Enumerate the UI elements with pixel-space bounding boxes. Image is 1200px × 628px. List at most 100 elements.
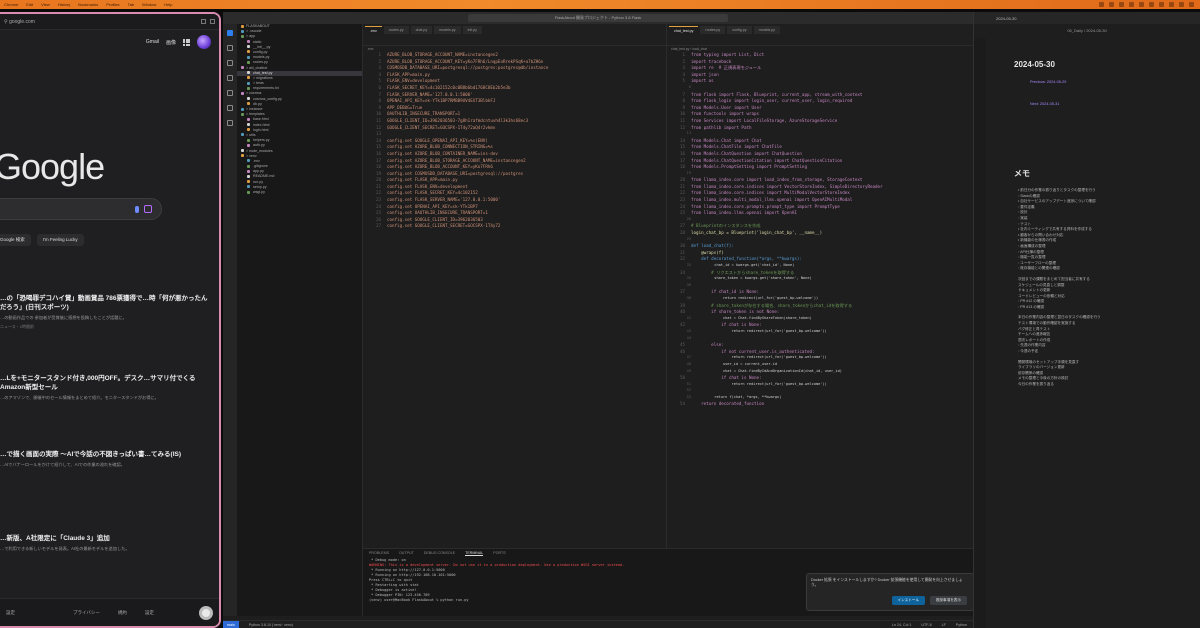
panel-tab[interactable]: PORTS	[493, 551, 505, 556]
code-line: 23 config.set FLASK_SERVER_NAME='127.0.0.…	[365, 197, 666, 204]
testing-icon[interactable]	[227, 120, 233, 126]
google-search-button[interactable]: Google 検索	[0, 234, 31, 246]
images-link[interactable]: 画像	[166, 39, 176, 46]
status-icon[interactable]	[1189, 2, 1194, 7]
status-item[interactable]: Python 3.8.10 ('venv': venv)	[249, 623, 293, 627]
news-headline[interactable]: …新版、A社限定に「Claude 3」追加	[0, 534, 212, 543]
title-bar: FlaskAbout 開発プロジェクト - Python 3.8 Flask	[223, 12, 973, 24]
news-item[interactable]: …新版、A社限定に「Claude 3」追加 …で利用できる新しいモデルを発表。A…	[0, 534, 212, 552]
status-icon[interactable]	[1159, 2, 1164, 7]
tree-item[interactable]: wsgi.py	[237, 190, 362, 195]
panel-tab[interactable]: TERMINAL	[465, 551, 484, 556]
code-line: 18 config.set AZURE_BLOB_ACCOUNT_KEY=yKo7…	[365, 164, 666, 171]
footer-link[interactable]: プライバシー	[73, 610, 100, 616]
menubar-item[interactable]: Help	[164, 2, 172, 7]
footer-link[interactable]: 規約	[118, 610, 127, 616]
code-line: 13	[365, 131, 666, 138]
gmail-link[interactable]: Gmail	[146, 39, 159, 45]
panel-tab[interactable]: PROBLEMS	[369, 551, 389, 556]
status-icon[interactable]	[1149, 2, 1154, 7]
window-icon[interactable]	[210, 19, 215, 24]
show-recommendations-button[interactable]: 推奨事項を表示	[929, 596, 967, 605]
status-icon[interactable]	[1139, 2, 1144, 7]
line-number: 8	[378, 98, 381, 104]
status-icon[interactable]	[1119, 2, 1124, 7]
status-icon[interactable]	[1179, 2, 1184, 7]
news-item[interactable]: …の「恐喝罪デコハイ賞」動画賞品 786票獲得で…時「何が悪かったんだろう」(日…	[0, 294, 212, 330]
code-text: user_id = current_user.id	[697, 361, 778, 366]
code-line: 26 config.set GOOGLE_CLIENT_ID=3962036503	[365, 217, 666, 224]
editor-tab[interactable]: chat.py	[410, 26, 433, 34]
editor-tab[interactable]: routes.py	[700, 26, 726, 34]
menubar-item[interactable]: View	[41, 2, 50, 7]
news-headline[interactable]: …の「恐喝罪デコハイ賞」動画賞品 786票獲得で…時「何が悪かったんだろう」(日…	[0, 294, 212, 312]
code-line: 10 OAUTHLIB_INSECURE_TRANSPORT=1	[365, 111, 666, 118]
explorer-icon[interactable]	[227, 30, 233, 36]
file-icon	[241, 24, 244, 28]
prev-link[interactable]: Previous: 2024-05-29	[1030, 80, 1066, 84]
code-line: 30 def load_chat(f):	[669, 243, 973, 250]
tab-icon[interactable]	[201, 19, 206, 24]
tree-item-label: wsgi.py	[252, 190, 265, 194]
file-icon	[241, 112, 244, 116]
note-tab[interactable]: 2024-05-30	[974, 12, 1200, 24]
apps-grid-icon[interactable]	[183, 38, 190, 46]
lucky-button[interactable]: I'm Feeling Lucky	[36, 234, 84, 246]
lens-icon[interactable]	[144, 205, 152, 213]
url-text[interactable]: google.com	[9, 19, 35, 25]
editor-tab[interactable]: routes.py	[383, 26, 409, 34]
menubar-item[interactable]: History	[58, 2, 70, 7]
run-debug-icon[interactable]	[227, 75, 233, 81]
address-bar[interactable]: ⚲ google.com	[0, 14, 219, 30]
search-icon[interactable]	[227, 45, 233, 51]
editor-tab[interactable]: chat_test.py	[669, 26, 699, 35]
source-control-icon[interactable]	[227, 60, 233, 66]
settings-icon[interactable]	[199, 605, 213, 620]
status-icon[interactable]	[1129, 2, 1134, 7]
panel-tab[interactable]: OUTPUT	[399, 551, 414, 556]
line-number: 24	[375, 203, 381, 209]
line-number: 16	[679, 150, 685, 156]
status-icon[interactable]	[1099, 2, 1104, 7]
footer-link[interactable]: 設定	[145, 610, 154, 616]
status-item[interactable]: Ln 24, Col 1	[892, 623, 911, 627]
editor-tab[interactable]: config.py	[727, 26, 752, 34]
menubar-item[interactable]: Edit	[26, 2, 33, 7]
news-item[interactable]: …Lを+モニタースタンド付き,000円OFF。デスク…サマリ付でくる Amazo…	[0, 374, 212, 401]
panel-tab[interactable]: DEBUG CONSOLE	[424, 551, 455, 556]
menubar-item[interactable]: Bookmarks	[78, 2, 98, 7]
footer-link[interactable]: 設定	[6, 610, 15, 616]
status-item[interactable]: UTF-8	[921, 623, 931, 627]
branch-indicator[interactable]: main	[223, 620, 239, 628]
news-headline[interactable]: …Lを+モニタースタンド付き,000円OFF。デスク…サマリ付でくる Amazo…	[0, 374, 212, 392]
search-input[interactable]	[0, 198, 162, 220]
microphone-icon[interactable]	[135, 206, 139, 213]
editor-tab[interactable]: .env	[365, 26, 382, 35]
extensions-icon[interactable]	[227, 90, 233, 96]
menubar-item[interactable]: Tab	[128, 2, 134, 7]
code-area[interactable]: 1 AZURE_BLOB_STORAGE_ACCOUNT_NAME=instanc…	[363, 52, 666, 230]
editor-tab[interactable]: models.py	[434, 26, 461, 34]
news-item[interactable]: …で描く画面の実際 〜AIで今話の不図きっぱい書…てみる(IS) …AIでバナー…	[0, 450, 212, 468]
next-link[interactable]: Next: 2024-05-31	[1030, 102, 1066, 106]
menubar-item[interactable]: Chrome	[4, 2, 18, 7]
status-icon[interactable]	[1109, 2, 1114, 7]
code-area[interactable]: 1 from typing import List, Dict 2 import tr…	[667, 52, 973, 408]
status-item[interactable]: Python	[956, 623, 973, 627]
menubar-item[interactable]: Window	[142, 2, 156, 7]
line-number: 16	[375, 150, 381, 156]
code-line: 12 from pathlib import Path	[669, 125, 973, 132]
menubar-item[interactable]: Profiles	[106, 2, 119, 7]
note-body[interactable]: • 前日分の作業の振り返りとタスクの整理を行う ◦ Slackの確認 • 自社サー…	[1018, 188, 1194, 388]
line-number: 22	[375, 190, 381, 196]
avatar[interactable]	[197, 35, 211, 49]
status-icon[interactable]	[1169, 2, 1174, 7]
news-headline[interactable]: …で描く画面の実際 〜AIで今話の不図きっぱい書…てみる(IS)	[0, 450, 212, 459]
editor-tab[interactable]: models.py	[753, 26, 780, 34]
remote-icon[interactable]	[227, 105, 233, 111]
command-center[interactable]: FlaskAbout 開発プロジェクト - Python 3.8 Flask	[468, 14, 728, 22]
note-title: 2024-05-30	[1014, 60, 1055, 69]
install-button[interactable]: インストール	[891, 596, 925, 605]
editor-tab[interactable]: init.py	[462, 26, 482, 34]
status-item[interactable]: LF	[942, 623, 946, 627]
